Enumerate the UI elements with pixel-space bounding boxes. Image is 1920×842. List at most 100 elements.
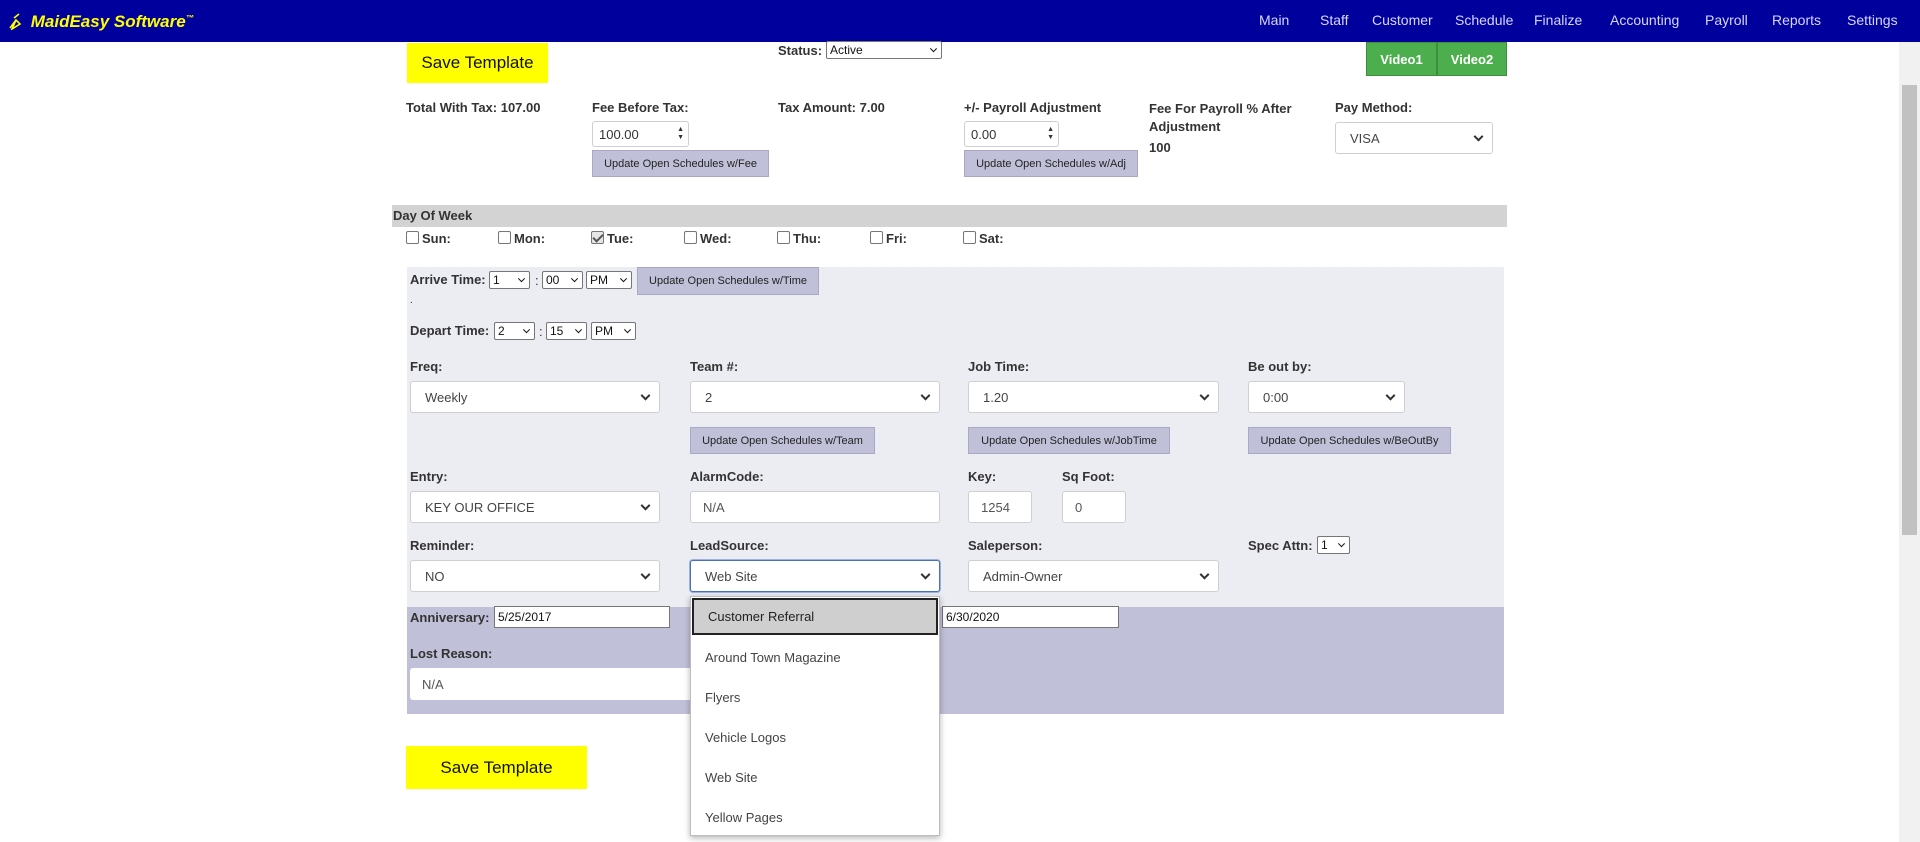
checkbox-thursday[interactable] [777,231,790,244]
nav-settings[interactable]: Settings [1847,12,1898,28]
total-with-tax: Total With Tax: 107.00 [406,100,541,115]
arrive-time-label: Arrive Time: [410,272,486,287]
secondary-date-input[interactable]: 6/30/2020 [942,606,1119,628]
chevron-down-icon [1199,569,1210,580]
day-label-sunday: Sun: [422,231,451,246]
anniversary-input[interactable]: 5/25/2017 [494,606,670,628]
arrive-ampm-select[interactable]: PM [586,271,632,289]
checkbox-sunday[interactable] [406,231,419,244]
day-label-friday: Fri: [886,231,907,246]
video1-button[interactable]: Video1 [1366,42,1437,76]
lead-source-option[interactable]: Flyers [691,678,939,716]
checkbox-saturday[interactable] [963,231,976,244]
fee-for-payroll-value: 100 [1149,140,1171,155]
depart-colon: : [539,324,543,339]
save-template-button-top[interactable]: Save Template [407,43,548,83]
payroll-adjustment-value: 0.00 [971,126,997,142]
nav-customer[interactable]: Customer [1372,12,1433,28]
key-input[interactable]: 1254 [968,491,1032,523]
lead-source-select[interactable]: Web Site [690,560,940,592]
chevron-down-icon [640,390,651,401]
key-value: 1254 [981,499,1010,515]
lost-reason-value: N/A [422,676,444,692]
checkbox-wednesday[interactable] [684,231,697,244]
lead-source-option[interactable]: Customer Referral [692,598,938,635]
reminder-select[interactable]: NO [410,560,660,592]
entry-value: KEY OUR OFFICE [425,499,535,515]
day-label-tuesday: Tue: [607,231,634,246]
lead-source-option[interactable]: Vehicle Logos [691,718,939,756]
sq-foot-value: 0 [1075,499,1083,515]
day-of-week-header: Day Of Week [392,205,1507,227]
broom-icon [9,13,22,32]
team-select[interactable]: 2 [690,381,940,413]
salesperson-select[interactable]: Admin-Owner [968,560,1219,592]
update-fee-button[interactable]: Update Open Schedules w/Fee [592,150,769,177]
payroll-adjustment-input[interactable]: 0.00 ▲ ▼ [964,121,1059,147]
logo-text: MaidEasy Software [30,12,186,31]
job-time-select[interactable]: 1.20 [968,381,1219,413]
nav-reports[interactable]: Reports [1772,12,1821,28]
update-time-button[interactable]: Update Open Schedules w/Time [637,267,819,295]
nav-schedule[interactable]: Schedule [1455,12,1513,28]
app-logo[interactable]: MaidEasy Software™ [8,12,194,32]
entry-select[interactable]: KEY OUR OFFICE [410,491,660,523]
arrive-hour-value: 1 [493,273,500,287]
update-team-button[interactable]: Update Open Schedules w/Team [690,427,875,454]
lead-source-dropdown-list: Customer Referral Around Town Magazine F… [690,596,940,836]
lead-source-label: LeadSource: [690,538,769,553]
fee-before-tax-label: Fee Before Tax: [592,100,689,115]
fee-before-tax-input[interactable]: 100.00 ▲ ▼ [592,121,689,147]
chevron-down-icon [574,326,583,334]
top-nav-bar: MaidEasy Software™ Main Staff Customer S… [0,0,1920,42]
freq-select[interactable]: Weekly [410,381,660,413]
depart-ampm-value: PM [595,324,613,338]
team-value: 2 [705,389,713,405]
lost-reason-input[interactable]: N/A [410,668,700,700]
checkbox-monday[interactable] [498,231,511,244]
update-adj-button[interactable]: Update Open Schedules w/Adj [964,150,1138,177]
nav-staff[interactable]: Staff [1320,12,1349,28]
status-select[interactable]: Active [826,41,942,59]
depart-hour-value: 2 [498,324,505,338]
day-label-saturday: Sat: [979,231,1004,246]
nav-accounting[interactable]: Accounting [1610,12,1679,28]
arrive-hour-select[interactable]: 1 [489,271,530,289]
depart-hour-select[interactable]: 2 [494,322,535,340]
chevron-down-icon [522,326,531,334]
be-out-by-select[interactable]: 0:00 [1248,381,1405,413]
arrive-minute-select[interactable]: 00 [542,271,583,289]
day-label-monday: Mon: [514,231,546,246]
nav-main[interactable]: Main [1259,12,1289,28]
sq-foot-input[interactable]: 0 [1062,491,1126,523]
pay-method-select[interactable]: VISA [1335,122,1493,154]
nav-payroll[interactable]: Payroll [1705,12,1748,28]
depart-ampm-select[interactable]: PM [591,322,636,340]
alarm-code-input[interactable]: N/A [690,491,940,523]
reminder-value: NO [425,568,445,584]
lead-source-option[interactable]: Yellow Pages [691,798,939,836]
entry-label: Entry: [410,469,448,484]
lead-source-option[interactable]: Web Site [691,758,939,796]
save-template-button-bottom[interactable]: Save Template [406,746,587,789]
day-of-week-title: Day Of Week [393,208,473,223]
spinner-arrows-icon[interactable]: ▲ ▼ [677,126,684,142]
freq-label: Freq: [410,359,443,374]
checkbox-tuesday[interactable] [591,231,604,244]
page-scrollbar-thumb[interactable] [1902,85,1917,535]
checkbox-friday[interactable] [870,231,883,244]
update-jobtime-button[interactable]: Update Open Schedules w/JobTime [968,427,1170,454]
key-label: Key: [968,469,997,484]
spec-attn-select[interactable]: 1 [1317,536,1350,554]
logo-trademark: ™ [185,13,194,23]
video2-button[interactable]: Video2 [1437,42,1507,76]
reminder-label: Reminder: [410,538,475,553]
lead-source-option[interactable]: Around Town Magazine [691,638,939,676]
secondary-date-value: 6/30/2020 [946,610,1000,624]
spinner-arrows-icon[interactable]: ▲ ▼ [1047,126,1054,142]
salesperson-label: Saleperson: [968,538,1043,553]
depart-minute-select[interactable]: 15 [546,322,587,340]
nav-finalize[interactable]: Finalize [1534,12,1582,28]
update-beoutby-button[interactable]: Update Open Schedules w/BeOutBy [1248,427,1451,454]
depart-minute-value: 15 [550,324,564,338]
